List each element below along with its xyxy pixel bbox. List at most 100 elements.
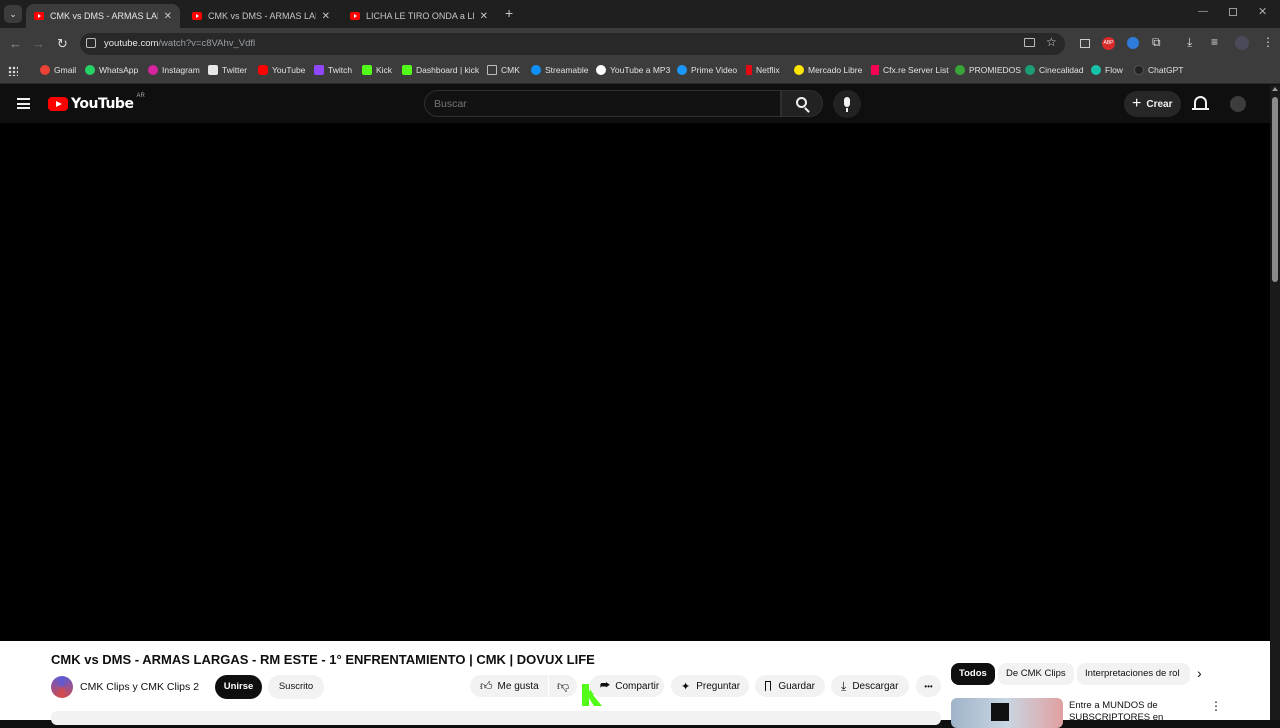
recommendation-title-line1: Entre a MUNDOS de <box>1069 700 1158 711</box>
site-info-icon[interactable] <box>86 38 96 48</box>
save-button[interactable]: Guardar <box>755 675 825 697</box>
recommendation-thumbnail[interactable] <box>951 698 1063 728</box>
gmail-icon <box>40 65 50 75</box>
notifications-bell-icon[interactable] <box>1192 96 1209 110</box>
bookmark-label: Streamable <box>545 65 589 75</box>
bookmark-label: Netflix <box>756 65 780 75</box>
voice-search-button[interactable] <box>833 90 861 118</box>
bookmark-youtube-mp3[interactable]: YouTube a MP3 <box>596 65 670 75</box>
bookmark-folder-cmk[interactable]: CMK <box>487 65 520 75</box>
youtube-logo-text: YouTube <box>71 96 134 112</box>
bookmark-promiedos[interactable]: PROMIEDOS <box>955 65 1021 75</box>
bookmark-flow[interactable]: Flow <box>1091 65 1123 75</box>
kick-icon <box>402 65 412 75</box>
forward-arrow-icon[interactable]: → <box>32 36 45 51</box>
sidepanel-icon[interactable] <box>1080 39 1090 48</box>
bookmark-star-icon[interactable]: ☆ <box>1046 35 1057 49</box>
bookmark-dashboard-kick[interactable]: Dashboard | kick <box>402 65 479 75</box>
subscribed-button[interactable]: Suscrito <box>268 675 324 699</box>
create-button[interactable]: + Crear <box>1124 91 1181 117</box>
browser-tab-active[interactable]: CMK vs DMS - ARMAS LARGAS ✕ <box>26 4 180 28</box>
youtube-favicon-icon <box>350 12 360 20</box>
media-controls-icon[interactable]: ≡ <box>1211 35 1218 49</box>
chip-all[interactable]: Todos <box>951 663 995 685</box>
browser-tab[interactable]: LICHA LE TIRO ONDA a LICY y ✕ <box>342 4 496 28</box>
apps-grid-icon[interactable] <box>8 66 18 76</box>
window-close-icon[interactable]: ✕ <box>1258 5 1267 18</box>
chip-from-channel[interactable]: De CMK Clips <box>998 663 1074 685</box>
bookmark-gmail[interactable]: Gmail <box>40 65 76 75</box>
chips-next-chevron-icon[interactable]: › <box>1197 665 1202 681</box>
bookmark-chatgpt[interactable]: ChatGPT <box>1134 65 1183 75</box>
search-input[interactable] <box>434 96 764 112</box>
browser-tab[interactable]: CMK vs DMS - ARMAS LARGAS ✕ <box>184 4 338 28</box>
search-button[interactable] <box>781 90 823 117</box>
tab-close-icon[interactable]: ✕ <box>164 11 172 22</box>
bookmark-twitch[interactable]: Twitch <box>314 65 352 75</box>
back-arrow-icon[interactable]: ← <box>9 36 22 51</box>
chatgpt-icon <box>1134 65 1144 75</box>
share-button[interactable]: ⮫ Compartir <box>590 675 664 697</box>
country-code: AR <box>136 93 145 99</box>
bookmark-label: YouTube <box>272 65 306 75</box>
bookmark-label: Dashboard | kick <box>416 65 480 75</box>
chip-roleplay[interactable]: Interpretaciones de rol <box>1077 663 1190 685</box>
bookmark-streamable[interactable]: Streamable <box>531 65 588 75</box>
cinecalidad-icon <box>1025 65 1035 75</box>
save-label: Guardar <box>778 680 815 692</box>
account-avatar[interactable] <box>1230 96 1246 112</box>
install-app-icon[interactable] <box>1024 38 1035 47</box>
ask-button[interactable]: ✦ Preguntar <box>671 675 749 697</box>
bookmark-label: Prime Video <box>691 65 738 75</box>
hamburger-menu-icon[interactable] <box>17 98 30 109</box>
address-bar[interactable]: youtube.com/watch?v=c8VAhv_Vdfl ☆ <box>80 33 1065 55</box>
scroll-up-arrow-icon[interactable] <box>1272 87 1278 91</box>
bookmark-cfx[interactable]: Cfx.re Server List <box>871 65 949 75</box>
window-minimize-icon[interactable]: — <box>1198 6 1208 17</box>
join-button[interactable]: Unirse <box>215 675 262 699</box>
more-actions-button[interactable]: ••• <box>916 675 941 697</box>
page-scrollbar[interactable] <box>1270 85 1280 720</box>
bookmark-label: Gmail <box>54 65 77 75</box>
channel-avatar[interactable] <box>51 676 73 698</box>
downloads-icon[interactable]: ⤓ <box>1187 35 1192 50</box>
youtube-logo[interactable]: YouTube AR <box>48 93 145 112</box>
dislike-button[interactable]: 👎︎ <box>549 675 577 697</box>
bookmark-twitter[interactable]: Twitter <box>208 65 247 75</box>
tab-search-button[interactable]: ⌄ <box>4 5 22 23</box>
scroll-thumb[interactable] <box>1272 97 1278 282</box>
recommendation-menu-icon[interactable]: ⋮ <box>1210 699 1222 713</box>
bookmark-netflix[interactable]: Netflix <box>746 65 780 75</box>
browser-tab-bar: ⌄ CMK vs DMS - ARMAS LARGAS ✕ CMK vs DMS… <box>0 0 1280 28</box>
bookmark-cinecalidad[interactable]: Cinecalidad <box>1025 65 1083 75</box>
window-restore-icon[interactable] <box>1229 8 1237 16</box>
tab-close-icon[interactable]: ✕ <box>480 11 488 22</box>
promiedos-icon <box>955 65 965 75</box>
video-player[interactable] <box>0 123 1270 641</box>
bookmark-prime-video[interactable]: Prime Video <box>677 65 737 75</box>
recommendation-title[interactable]: Entre a MUNDOS de SUBSCRIPTORES en <box>1069 700 1163 724</box>
bookmark-whatsapp[interactable]: WhatsApp <box>85 65 138 75</box>
bookmark-label: Flow <box>1105 65 1123 75</box>
extensions-puzzle-icon[interactable]: ⧉ <box>1152 35 1161 50</box>
mp3-converter-icon <box>596 65 606 75</box>
recommendation-title-line2: SUBSCRIPTORES en <box>1069 712 1164 723</box>
adblock-extension-icon[interactable]: ABP <box>1102 37 1115 50</box>
tab-close-icon[interactable]: ✕ <box>322 11 330 22</box>
bookmark-kick[interactable]: Kick <box>362 65 392 75</box>
extension-blue-icon[interactable] <box>1127 37 1139 49</box>
profile-avatar-icon[interactable] <box>1235 36 1249 50</box>
channel-name[interactable]: CMK Clips y CMK Clips 2 <box>80 681 199 693</box>
plus-icon: + <box>1132 95 1142 112</box>
twitch-icon <box>314 65 324 75</box>
like-button[interactable]: 👍︎ Me gusta <box>470 675 548 697</box>
bookmark-youtube[interactable]: YouTube <box>258 65 305 75</box>
description-box[interactable] <box>51 711 941 725</box>
reload-icon[interactable]: ↻ <box>57 36 68 52</box>
bookmark-mercado-libre[interactable]: Mercado Libre <box>794 65 862 75</box>
bookmark-instagram[interactable]: Instagram <box>148 65 200 75</box>
browser-menu-icon[interactable]: ⋮ <box>1262 35 1274 49</box>
search-box[interactable] <box>424 90 781 117</box>
download-button[interactable]: ⤓ Descargar <box>831 675 909 697</box>
new-tab-button[interactable]: + <box>505 5 513 21</box>
